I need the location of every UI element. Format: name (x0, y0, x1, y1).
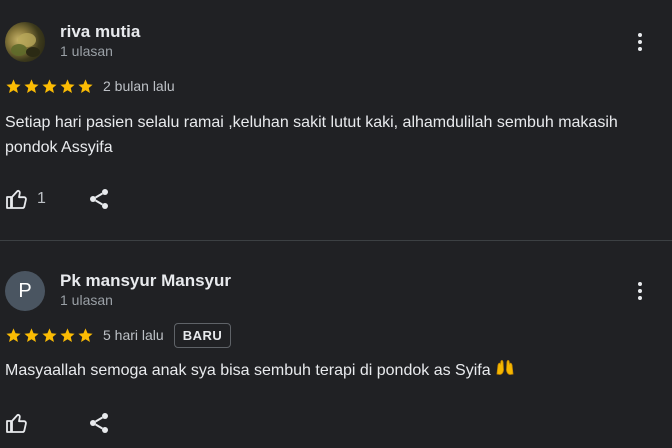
star-icon (78, 327, 93, 342)
more-vert-icon (638, 282, 642, 300)
star-icon (42, 327, 57, 342)
review-actions (5, 409, 125, 437)
review-date: 2 bulan lalu (103, 78, 175, 94)
reviewer-review-count: 1 ulasan (60, 43, 113, 59)
share-icon (90, 189, 108, 209)
star-icon (78, 78, 93, 93)
star-rating (5, 327, 94, 344)
like-button[interactable] (5, 411, 29, 435)
review-actions: 1 (5, 185, 125, 213)
share-button[interactable] (87, 409, 111, 437)
star-icon (6, 78, 21, 93)
review-card: riva mutia 1 ulasan 2 bulan lalu Setiap … (0, 0, 672, 240)
like-button[interactable]: 1 (5, 187, 46, 211)
more-vert-icon (638, 33, 642, 51)
review-card: P Pk mansyur Mansyur 1 ulasan 5 hari lal… (0, 241, 672, 448)
star-icon (6, 327, 21, 342)
more-options-button[interactable] (628, 279, 652, 303)
reviewer-avatar[interactable]: P (5, 271, 45, 311)
avatar-photo-image (11, 33, 40, 57)
reviewer-name[interactable]: Pk mansyur Mansyur (60, 271, 231, 291)
star-rating (5, 78, 94, 95)
review-date: 5 hari lalu (103, 327, 164, 343)
review-text-body: Masyaallah semoga anak sya bisa sembuh t… (5, 362, 491, 380)
new-badge: BARU (173, 322, 232, 348)
reviewer-name[interactable]: riva mutia (60, 22, 140, 42)
reviewer-avatar[interactable] (5, 22, 45, 62)
star-icon (24, 78, 39, 93)
rating-row: 2 bulan lalu (5, 74, 175, 98)
like-count: 1 (37, 190, 46, 207)
review-text: Masyaallah semoga anak sya bisa sembuh t… (5, 358, 645, 384)
star-icon (24, 327, 39, 342)
more-options-button[interactable] (628, 30, 652, 54)
raising-hands-emoji (495, 358, 515, 384)
rating-row: 5 hari lalu BARU (5, 321, 232, 349)
review-text: Setiap hari pasien selalu ramai ,keluhan… (5, 114, 618, 156)
star-icon (60, 78, 75, 93)
star-icon (42, 78, 57, 93)
reviewer-review-count: 1 ulasan (60, 292, 113, 308)
thumb-up-icon (6, 189, 27, 209)
thumb-up-icon (6, 413, 27, 433)
share-button[interactable] (87, 185, 111, 213)
star-icon (60, 327, 75, 342)
share-icon (90, 413, 108, 433)
